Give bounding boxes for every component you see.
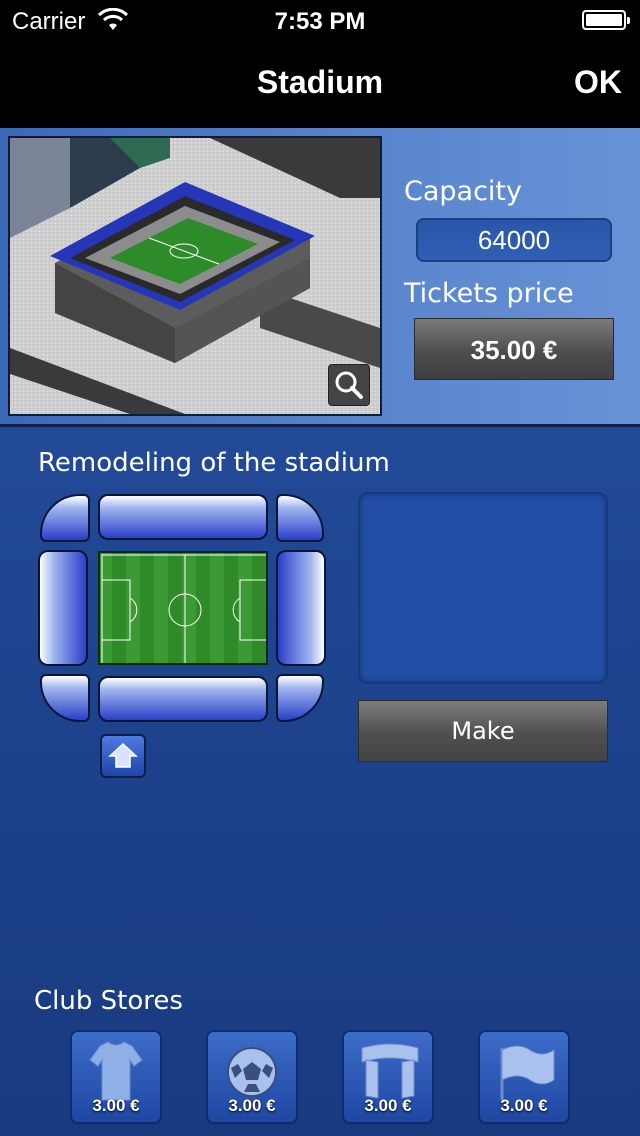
store-price: 3.00 €	[500, 1096, 548, 1115]
status-bar: Carrier 7:53 PM	[0, 0, 640, 40]
magnifier-icon	[335, 371, 363, 399]
clock: 7:53 PM	[274, 8, 366, 35]
store-price: 3.00 €	[228, 1096, 276, 1115]
battery-icon	[582, 10, 630, 30]
stand-corner-se[interactable]	[276, 674, 324, 722]
capacity-label: Capacity	[404, 176, 522, 207]
store-item-scarf[interactable]: 3.00 €	[342, 1030, 434, 1124]
ok-button[interactable]: OK	[574, 64, 622, 101]
stand-north[interactable]	[98, 494, 268, 540]
tickets-price-label: Tickets price	[404, 278, 574, 309]
tickets-price-button[interactable]: 35.00 €	[414, 318, 614, 380]
stand-east[interactable]	[276, 550, 326, 666]
make-button[interactable]: Make	[358, 700, 608, 762]
store-item-ball[interactable]: 3.00 €	[206, 1030, 298, 1124]
capacity-value: 64000	[416, 218, 612, 262]
remodeling-title: Remodeling of the stadium	[38, 448, 390, 478]
up-arrow-icon	[108, 742, 138, 768]
stand-south[interactable]	[98, 676, 268, 722]
flag-icon	[500, 1045, 555, 1100]
pitch	[98, 551, 268, 665]
zoom-button[interactable]	[328, 364, 370, 406]
upgrade-button[interactable]	[100, 734, 146, 778]
page-title: Stadium	[256, 64, 384, 100]
stand-corner-sw[interactable]	[40, 674, 90, 722]
store-price: 3.00 €	[92, 1096, 140, 1115]
stand-corner-nw[interactable]	[40, 494, 90, 542]
nav-bar: Stadium OK	[0, 40, 640, 128]
stadium-image	[8, 136, 382, 416]
stand-west[interactable]	[38, 550, 88, 666]
club-stores-title: Club Stores	[34, 986, 183, 1016]
store-price: 3.00 €	[364, 1096, 412, 1115]
store-item-jersey[interactable]: 3.00 €	[70, 1030, 162, 1124]
scarf-icon	[361, 1043, 419, 1099]
store-item-flag[interactable]: 3.00 €	[478, 1030, 570, 1124]
stand-corner-ne[interactable]	[276, 494, 324, 542]
remodel-info-panel	[358, 492, 608, 684]
ball-icon	[227, 1047, 277, 1097]
jersey-icon	[89, 1041, 143, 1101]
